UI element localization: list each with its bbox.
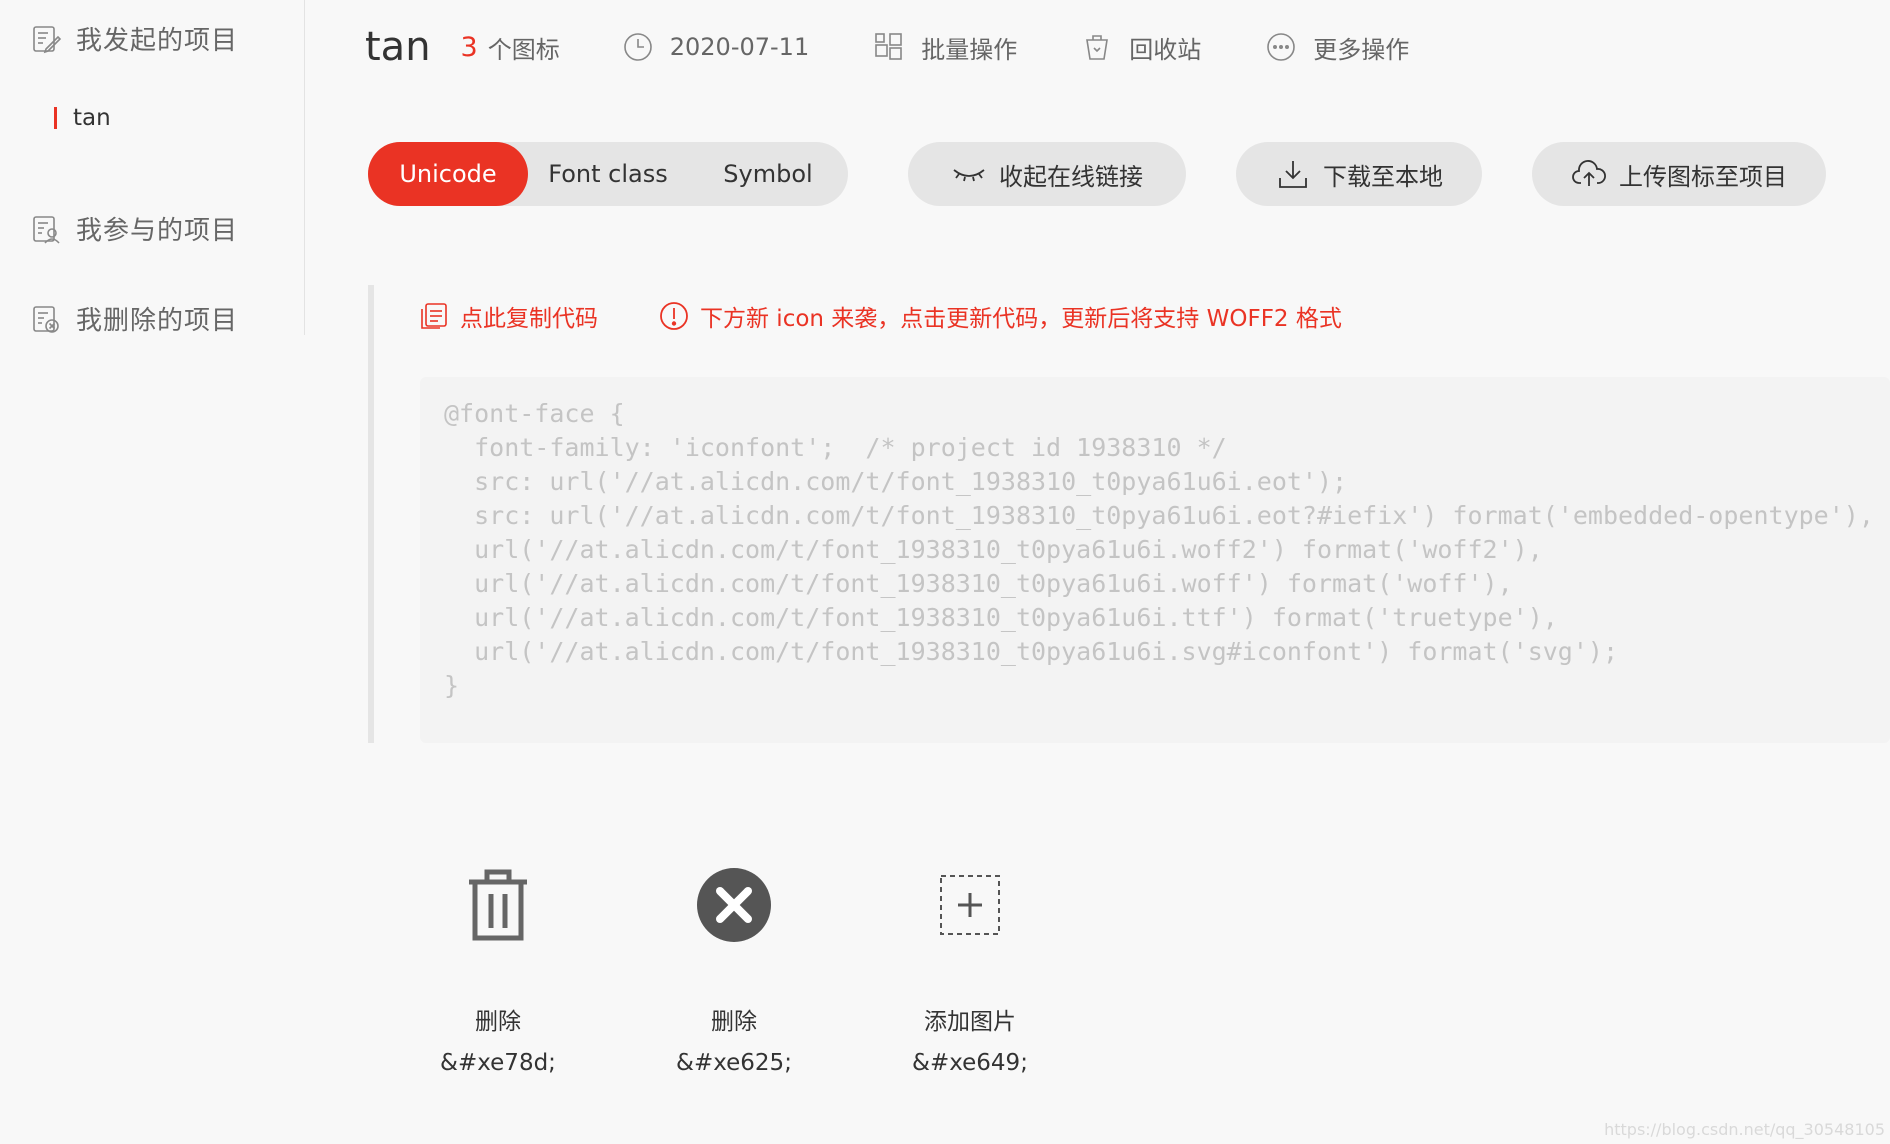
nav-participated-projects[interactable]: 我参与的项目	[30, 210, 238, 247]
add-image-icon	[925, 860, 1015, 950]
sidebar-item-label: tan	[73, 105, 111, 131]
more-icon	[1267, 33, 1296, 61]
upload-icon-button[interactable]: 上传图标至项目	[1532, 142, 1826, 206]
nav-my-created-projects[interactable]: 我发起的项目	[30, 20, 238, 57]
icon-count-label: 个图标	[487, 35, 560, 64]
tab-font-class[interactable]: Font class	[528, 142, 688, 206]
more-label: 更多操作	[1313, 35, 1410, 64]
icon-unicode: &#xe625;	[676, 1050, 792, 1076]
cloud-upload-icon	[1572, 160, 1606, 186]
closed-eye-icon	[953, 169, 985, 182]
nav-deleted-projects[interactable]: 我删除的项目	[30, 300, 238, 337]
icon-card-close-circle[interactable]: 删除 &#xe625;	[616, 860, 852, 1090]
active-indicator	[54, 107, 57, 129]
sidebar-item-tan[interactable]: tan	[54, 105, 111, 131]
nav-group-label: 我发起的项目	[76, 26, 239, 56]
update-notice-link[interactable]: 下方新 icon 来袭，点击更新代码，更新后将支持 WOFF2 格式	[658, 299, 1342, 333]
icon-name: 添加图片	[924, 1009, 1016, 1035]
update-notice-text: 下方新 icon 来袭，点击更新代码，更新后将支持 WOFF2 格式	[700, 306, 1342, 332]
nav-group-label: 我删除的项目	[76, 306, 239, 336]
download-icon	[1279, 161, 1307, 188]
grid-icon	[875, 33, 903, 60]
batch-operation-button[interactable]: 批量操作	[873, 30, 1017, 65]
clock-icon	[623, 33, 652, 61]
download-local-button[interactable]: 下载至本地	[1236, 142, 1482, 206]
icon-card-trash[interactable]: 删除 &#xe78d;	[380, 860, 616, 1090]
code-block[interactable]: @font-face { font-family: 'iconfont'; /*…	[420, 377, 1890, 743]
copy-icon	[421, 303, 447, 329]
more-actions-button[interactable]: 更多操作	[1265, 30, 1409, 65]
sidebar: 我发起的项目 tan 我参与的项目 我删除的项目	[0, 0, 305, 337]
recycle-bin-button[interactable]: 回收站	[1081, 30, 1201, 65]
icon-name: 删除	[475, 1009, 521, 1035]
icon-name: 删除	[711, 1009, 757, 1035]
user-doc-icon	[33, 215, 60, 244]
collapse-label: 收起在线链接	[999, 162, 1143, 191]
collapse-online-link-button[interactable]: 收起在线链接	[908, 142, 1186, 206]
project-header: tan 3 个图标 2020-07-11 批量操作 回收站 更多操作	[365, 14, 1473, 80]
copy-code-label: 点此复制代码	[460, 306, 598, 332]
code-panel: 点此复制代码 下方新 icon 来袭，点击更新代码，更新后将支持 WOFF2 格…	[368, 285, 1890, 743]
tab-symbol[interactable]: Symbol	[688, 142, 848, 206]
download-label: 下载至本地	[1323, 162, 1443, 191]
delete-doc-icon	[33, 305, 59, 333]
edit-doc-icon	[33, 25, 62, 53]
icon-unicode: &#xe649;	[912, 1050, 1028, 1076]
icon-count: 3	[460, 31, 478, 63]
warning-icon	[660, 302, 688, 330]
page-title: tan	[365, 24, 431, 70]
code-actions: 点此复制代码 下方新 icon 来袭，点击更新代码，更新后将支持 WOFF2 格…	[418, 299, 1342, 333]
batch-label: 批量操作	[921, 35, 1018, 64]
code-type-tabs: Unicode Font class Symbol	[368, 142, 848, 206]
icon-unicode: &#xe78d;	[440, 1050, 556, 1076]
watermark: https://blog.csdn.net/qq_30548105	[1604, 1120, 1885, 1139]
upload-label: 上传图标至项目	[1619, 162, 1787, 191]
trash-icon	[453, 860, 543, 950]
code-snippet: @font-face { font-family: 'iconfont'; /*…	[444, 399, 1874, 700]
close-circle-icon	[689, 860, 779, 950]
created-date: 2020-07-11	[622, 31, 809, 63]
icon-card-add-image[interactable]: 添加图片 &#xe649;	[852, 860, 1088, 1090]
recycle-bin-icon	[1086, 35, 1109, 60]
tab-unicode[interactable]: Unicode	[368, 142, 528, 206]
copy-code-link[interactable]: 点此复制代码	[418, 299, 598, 333]
recycle-label: 回收站	[1129, 35, 1202, 64]
nav-group-label: 我参与的项目	[76, 216, 239, 246]
date-label: 2020-07-11	[669, 33, 810, 61]
